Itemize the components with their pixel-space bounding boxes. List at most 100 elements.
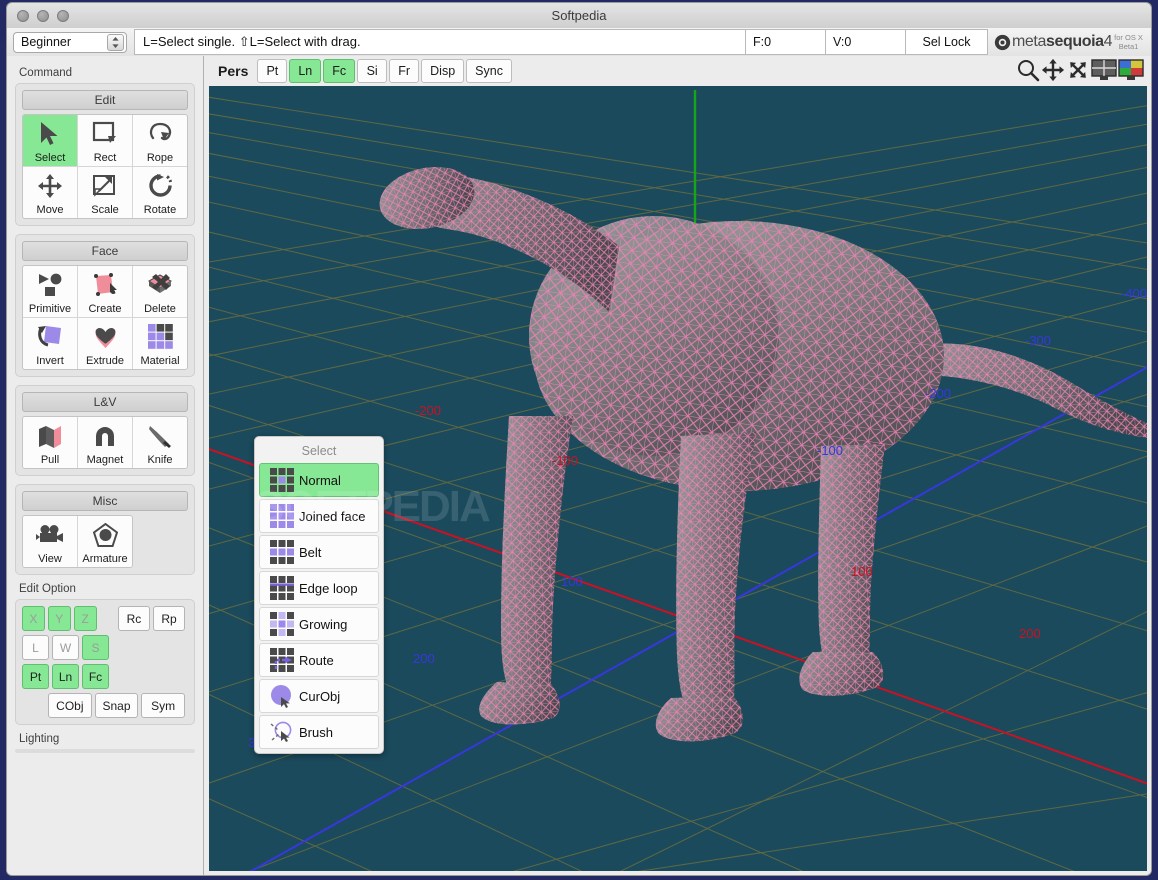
tool-rotate[interactable]: Rotate [133,167,187,218]
select-option-route-label: Route [299,653,334,668]
mode-select-dropdown[interactable]: Beginner [13,32,127,53]
select-option-normal[interactable]: Normal [259,463,379,497]
select-option-curobj[interactable]: CurObj [259,679,379,713]
knife-icon [147,417,173,454]
window-title: Softpedia [7,8,1151,23]
viewport-tabbar: Pers Pt Ln Fc Si Fr Disp Sync [204,56,1151,86]
option-rp[interactable]: Rp [153,606,185,631]
axis-label-z-200: 200 [413,651,435,666]
tool-select[interactable]: Select [23,115,77,166]
tab-disp[interactable]: Disp [421,59,464,83]
tool-magnet[interactable]: Magnet [78,417,132,468]
option-sym[interactable]: Sym [141,693,185,718]
vertex-count-field: V:0 [826,29,906,55]
tool-create-label: Create [88,303,121,315]
tab-si[interactable]: Si [357,59,387,83]
select-option-brush[interactable]: Brush [259,715,379,749]
tab-fr[interactable]: Fr [389,59,419,83]
edit-option-row-ptlnfc: Pt Ln Fc [22,664,188,689]
tool-create[interactable]: Create [78,266,132,317]
axis-label-z-neg100: -100 [817,443,843,458]
armature-pentagon-icon [93,516,118,553]
select-option-route[interactable]: Route [259,643,379,677]
tab-pers[interactable]: Pers [211,59,255,83]
brand-logo-area: metasequoia4 for OS X Beta1 [991,28,1151,56]
group-edit: Edit Select Rect [15,83,195,226]
rear-foot-wire [799,652,883,696]
tool-rope[interactable]: Rope [133,115,187,166]
tool-knife[interactable]: Knife [133,417,187,468]
grid-growing-icon [265,612,299,636]
option-pt[interactable]: Pt [22,664,49,689]
select-option-curobj-label: CurObj [299,689,340,704]
extrude-heart-icon [92,318,119,355]
tool-rope-label: Rope [147,152,173,164]
viewport-3d[interactable]: -400 -300 -200 -100 -200 -100 100 200 10… [209,86,1147,871]
tool-move-label: Move [37,204,64,216]
tab-pt[interactable]: Pt [257,59,287,83]
chevron-updown-icon[interactable] [107,34,124,51]
lighting-divider [15,749,195,753]
tool-invert-label: Invert [36,355,64,367]
select-option-growing[interactable]: Growing [259,607,379,641]
viewport-area: Pers Pt Ln Fc Si Fr Disp Sync [204,56,1151,875]
brand-name-light: meta [1012,33,1046,50]
option-l[interactable]: L [22,635,49,660]
tool-magnet-label: Magnet [87,454,124,466]
select-option-joined-face[interactable]: Joined face [259,499,379,533]
grid-route-icon [265,648,299,672]
select-option-brush-label: Brush [299,725,333,740]
layout-color-icon[interactable] [1118,59,1144,81]
tool-rect[interactable]: Rect [78,115,132,166]
option-x[interactable]: X [22,606,45,631]
select-option-edge-loop[interactable]: Edge loop [259,571,379,605]
tool-pull[interactable]: Pull [23,417,77,468]
tool-material[interactable]: Material [133,318,187,369]
rotate-icon[interactable] [1066,58,1090,82]
select-option-belt[interactable]: Belt [259,535,379,569]
select-popup[interactable]: SOFTPEDIA Select Normal [254,436,384,754]
option-y[interactable]: Y [48,606,71,631]
option-s[interactable]: S [82,635,109,660]
sel-lock-button[interactable]: Sel Lock [906,29,988,55]
tab-fc[interactable]: Fc [323,59,355,83]
tool-invert[interactable]: Invert [23,318,77,369]
tool-pull-label: Pull [41,454,59,466]
viewport-icon-bar [1016,58,1144,82]
window-body: Command Edit Select Rect [6,56,1152,876]
select-option-belt-label: Belt [299,545,321,560]
tool-primitive[interactable]: Primitive [23,266,77,317]
option-w[interactable]: W [52,635,79,660]
tool-material-label: Material [140,355,179,367]
brand-beta-label: Beta1 [1114,42,1143,51]
option-cobj[interactable]: CObj [48,693,92,718]
grid-joined-icon [265,504,299,528]
option-z[interactable]: Z [74,606,97,631]
group-lv: L&V Pull Magnet [15,385,195,476]
edit-option-label: Edit Option [19,583,195,595]
move-arrows-icon [37,167,63,204]
tool-scale[interactable]: Scale [78,167,132,218]
pull-fold-icon [37,417,63,454]
zoom-icon[interactable] [1016,58,1040,82]
option-snap[interactable]: Snap [95,693,139,718]
tool-view[interactable]: View [23,516,77,567]
tab-ln[interactable]: Ln [289,59,321,83]
material-grid-icon [148,318,173,355]
face-count-field: F:0 [746,29,826,55]
select-option-normal-label: Normal [299,473,341,488]
select-option-edge-loop-label: Edge loop [299,581,358,596]
tool-rect-label: Rect [94,152,117,164]
option-rc[interactable]: Rc [118,606,150,631]
option-fc[interactable]: Fc [82,664,109,689]
tool-delete[interactable]: Delete [133,266,187,317]
tool-delete-label: Delete [144,303,176,315]
group-misc: Misc View Armature [15,484,195,575]
pan-icon[interactable] [1041,58,1065,82]
option-ln[interactable]: Ln [52,664,79,689]
tab-sync[interactable]: Sync [466,59,512,83]
layout-gray-icon[interactable] [1091,59,1117,81]
tool-extrude[interactable]: Extrude [78,318,132,369]
tool-armature[interactable]: Armature [78,516,132,567]
tool-move[interactable]: Move [23,167,77,218]
